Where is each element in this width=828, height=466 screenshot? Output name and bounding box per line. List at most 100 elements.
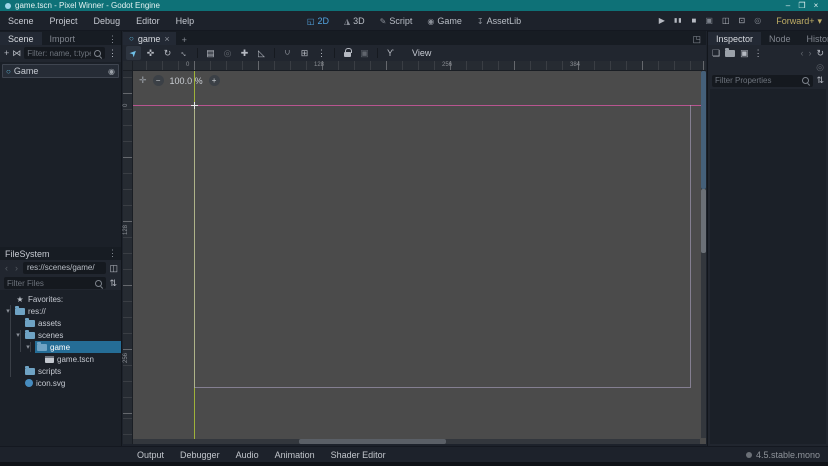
save-resource-icon[interactable]: ▣	[740, 49, 749, 58]
zoom-in-button[interactable]: +	[209, 75, 220, 86]
group-button[interactable]: ▣	[357, 46, 372, 60]
tree-item-res-root[interactable]: ▾ res://	[0, 305, 121, 317]
ruler-corner	[123, 61, 133, 71]
scale-tool-button[interactable]: ↔	[177, 46, 192, 60]
workspace-game-button[interactable]: ◉ Game	[427, 16, 462, 26]
play-custom-scene-button[interactable]: ⊡	[739, 17, 746, 25]
workspace-assetlib-button[interactable]: ↧ AssetLib	[477, 16, 521, 26]
grid-snap-button[interactable]: ⊞	[297, 46, 312, 60]
pause-button[interactable]: ▮▮	[674, 18, 683, 24]
pin-icon[interactable]: ◎	[816, 63, 824, 72]
scene-dock-menu-icon[interactable]: ⋮	[104, 34, 121, 45]
rotate-tool-button[interactable]: ↻	[160, 46, 175, 60]
tab-node[interactable]: Node	[761, 32, 799, 45]
window-close-button[interactable]: ×	[809, 1, 823, 10]
vertical-scrollbar[interactable]	[701, 71, 706, 438]
bone-icon: Ƴ	[387, 48, 394, 58]
move-tool-button[interactable]: ✜	[143, 46, 158, 60]
menu-help[interactable]: Help	[168, 16, 203, 26]
workspace-2d-button[interactable]: ◱ 2D	[307, 16, 329, 26]
visibility-eye-icon[interactable]: ◉	[108, 67, 115, 76]
skeleton-options-button[interactable]: Ƴ	[383, 46, 398, 60]
play-button[interactable]: ▶	[659, 17, 665, 25]
scene-tree-node-game[interactable]: ○ Game ◉	[2, 64, 119, 78]
play-scene-button[interactable]: ◫	[722, 17, 730, 25]
scene-filter-menu-icon[interactable]: ⋮	[108, 49, 117, 58]
menu-editor[interactable]: Editor	[128, 16, 168, 26]
zoom-level[interactable]: 100.0 %	[170, 76, 203, 86]
property-filter-input[interactable]	[715, 76, 799, 85]
file-sort-icon[interactable]: ⇅	[109, 279, 117, 288]
scrollbar-thumb[interactable]	[701, 71, 706, 189]
tree-item-scripts[interactable]: scripts	[0, 365, 121, 377]
movie-maker-button[interactable]: ◎	[754, 17, 761, 25]
filesystem-menu-icon[interactable]: ⋮	[104, 248, 121, 259]
smart-snap-button[interactable]: ∩	[280, 46, 295, 60]
tab-scene[interactable]: Scene	[0, 32, 42, 45]
select-tool-button[interactable]: ➤	[126, 46, 141, 60]
scene-filter-input[interactable]	[27, 49, 91, 58]
window-maximize-button[interactable]: ❐	[795, 1, 809, 10]
renderer-dropdown[interactable]: Forward+ ▾	[776, 16, 822, 27]
tree-item-assets[interactable]: assets	[0, 317, 121, 329]
new-resource-icon[interactable]: ❏	[712, 49, 720, 58]
tree-item-game-selected[interactable]: ▾ game	[0, 341, 121, 353]
scale-icon: ↔	[178, 46, 191, 59]
2d-viewport-canvas[interactable]: ✛ − 100.0 % +	[133, 71, 706, 444]
filesystem-tree[interactable]: ★ Favorites: ▾ res:// assets ▾ scenes ▾	[0, 290, 121, 446]
ruler-tool-button[interactable]: ◺	[254, 46, 269, 60]
bottom-tab-audio[interactable]: Audio	[229, 450, 266, 460]
2d-icon: ◱	[307, 17, 315, 26]
load-resource-icon[interactable]	[725, 50, 735, 57]
nav-back-icon[interactable]: ‹	[3, 263, 10, 273]
history-back-icon[interactable]: ‹	[800, 49, 803, 58]
version-info[interactable]: 4.5.stable.mono	[746, 450, 820, 460]
horizontal-scrollbar[interactable]	[133, 439, 700, 444]
close-icon[interactable]: ×	[164, 34, 169, 44]
instance-scene-button[interactable]: ⋈	[12, 49, 21, 58]
pivot-tool-button[interactable]: ◎	[220, 46, 235, 60]
menu-debug[interactable]: Debug	[86, 16, 129, 26]
tree-item-scenes[interactable]: ▾ scenes	[0, 329, 121, 341]
nav-forward-icon[interactable]: ›	[13, 263, 20, 273]
toggle-split-mode-icon[interactable]: ◫	[109, 264, 118, 273]
scrollbar-thumb[interactable]	[299, 439, 446, 444]
lock-button[interactable]	[340, 46, 355, 60]
scrollbar-thumb[interactable]	[701, 189, 706, 253]
stop-button[interactable]: ■	[692, 17, 697, 25]
bottom-tab-output[interactable]: Output	[130, 450, 171, 460]
star-icon: ★	[15, 295, 25, 304]
window-minimize-button[interactable]: –	[781, 1, 795, 10]
tab-import[interactable]: Import	[42, 32, 84, 45]
menu-project[interactable]: Project	[42, 16, 86, 26]
bottom-tab-animation[interactable]: Animation	[268, 450, 322, 460]
center-view-icon[interactable]: ✛	[139, 75, 147, 86]
history-forward-icon[interactable]: ›	[808, 49, 811, 58]
current-path[interactable]: res://scenes/game/	[23, 262, 106, 274]
scene-tree[interactable]: ○ Game ◉	[0, 62, 121, 247]
tab-history[interactable]: History	[799, 32, 828, 45]
scene-tab-game[interactable]: ○ game ×	[123, 32, 176, 45]
bottom-tab-shader-editor[interactable]: Shader Editor	[324, 450, 393, 460]
tree-item-game-tscn[interactable]: game.tscn	[0, 353, 121, 365]
workspace-3d-button[interactable]: ◮ 3D	[344, 16, 365, 26]
bottom-tab-debugger[interactable]: Debugger	[173, 450, 227, 460]
new-scene-tab-button[interactable]: +	[176, 35, 193, 45]
snap-options-button[interactable]: ⋮	[314, 46, 329, 60]
tab-inspector[interactable]: Inspector	[708, 32, 761, 45]
add-node-button[interactable]: +	[4, 49, 9, 58]
resource-options-icon[interactable]: ⋮	[754, 49, 763, 58]
view-menu-button[interactable]: View	[406, 48, 437, 58]
object-history-icon[interactable]: ↻	[816, 49, 824, 58]
menu-scene[interactable]: Scene	[0, 16, 42, 26]
remote-debug-button[interactable]: ▣	[705, 17, 713, 25]
tree-item-favorites[interactable]: ★ Favorites:	[0, 293, 121, 305]
expand-viewport-icon[interactable]: ◳	[687, 34, 706, 45]
pan-tool-button[interactable]: ✚	[237, 46, 252, 60]
tree-item-icon-svg[interactable]: icon.svg	[0, 377, 121, 389]
workspace-script-button[interactable]: ✎ Script	[380, 16, 413, 26]
filesystem-filter-input[interactable]	[7, 279, 92, 288]
zoom-out-button[interactable]: −	[153, 75, 164, 86]
list-select-button[interactable]: ▤	[203, 46, 218, 60]
property-sort-icon[interactable]: ⇅	[816, 76, 824, 85]
